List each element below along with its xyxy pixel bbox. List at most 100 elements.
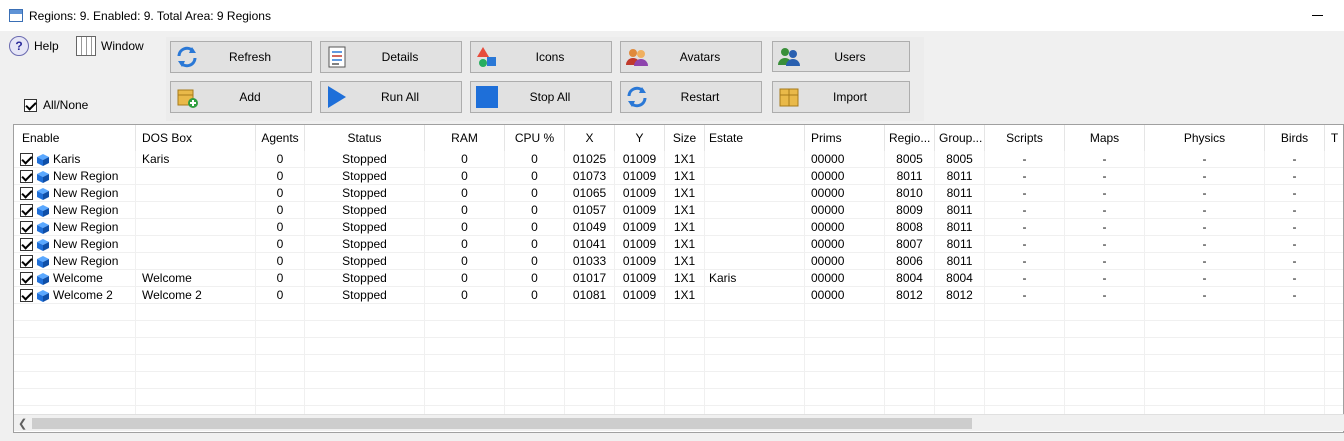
- column-header-ram[interactable]: RAM: [425, 125, 505, 151]
- column-header-t[interactable]: T: [1325, 125, 1343, 151]
- scroll-thumb[interactable]: [32, 418, 972, 429]
- table-row[interactable]: New Region 0 Stopped 0 0 01065 01009 1X1 00000 80…: [14, 185, 1343, 202]
- title-bar: Regions: 9. Enabled: 9. Total Area: 9 Re…: [0, 0, 1344, 31]
- cell-empty: [1065, 338, 1145, 355]
- cell-empty: [256, 321, 305, 338]
- table-row[interactable]: [14, 355, 1343, 372]
- column-header-enable[interactable]: Enable: [14, 125, 136, 151]
- cell-status: Stopped: [305, 219, 425, 236]
- column-header-cpu[interactable]: CPU %: [505, 125, 565, 151]
- cell-agents: 0: [256, 270, 305, 287]
- column-header-agents[interactable]: Agents: [256, 125, 305, 151]
- column-header-size[interactable]: Size: [665, 125, 705, 151]
- restart-button[interactable]: Restart: [620, 81, 762, 113]
- enable-cell: New Region: [14, 253, 136, 270]
- all-none-checkbox[interactable]: All/None: [24, 98, 88, 112]
- cell-empty: [1325, 304, 1343, 321]
- cell-group: 8005: [935, 151, 985, 168]
- cell-size: 1X1: [665, 151, 705, 168]
- enable-checkbox[interactable]: [20, 187, 33, 200]
- cell-empty: [1145, 338, 1265, 355]
- table-row[interactable]: [14, 304, 1343, 321]
- grid-header: Enable DOS Box Agents Status RAM CPU % X Y Size E…: [14, 125, 1343, 151]
- table-row[interactable]: [14, 338, 1343, 355]
- table-row[interactable]: New Region 0 Stopped 0 0 01041 01009 1X1 00000 80…: [14, 236, 1343, 253]
- cell-empty: [1325, 253, 1343, 270]
- all-none-check[interactable]: [24, 98, 37, 112]
- refresh-button[interactable]: Refresh: [170, 41, 312, 73]
- enable-checkbox[interactable]: [20, 255, 33, 268]
- enable-checkbox[interactable]: [20, 170, 33, 183]
- cell-empty: [665, 338, 705, 355]
- regions-grid[interactable]: Enable DOS Box Agents Status RAM CPU % X Y Size E…: [13, 124, 1344, 433]
- avatars-button[interactable]: Avatars: [620, 41, 762, 73]
- column-header-physics[interactable]: Physics: [1145, 125, 1265, 151]
- stop-all-button[interactable]: Stop All: [470, 81, 612, 113]
- enable-checkbox[interactable]: [20, 204, 33, 217]
- scroll-left-icon[interactable]: ❮: [18, 417, 27, 430]
- cell-group: 8011: [935, 202, 985, 219]
- table-row[interactable]: Karis Karis 0 Stopped 0 0 01025 01009 1X1 00000 80…: [14, 151, 1343, 168]
- column-header-birds[interactable]: Birds: [1265, 125, 1325, 151]
- cell-empty: [565, 321, 615, 338]
- cell-scripts: -: [985, 219, 1065, 236]
- cell-empty: [1065, 304, 1145, 321]
- cell-group: 8011: [935, 253, 985, 270]
- column-header-prims[interactable]: Prims: [805, 125, 885, 151]
- cell-status: Stopped: [305, 168, 425, 185]
- cell-empty: [14, 355, 136, 372]
- cell-empty: [935, 338, 985, 355]
- enable-checkbox[interactable]: [20, 221, 33, 234]
- cell-empty: [1325, 355, 1343, 372]
- region-name: New Region: [53, 254, 119, 268]
- import-button[interactable]: Import: [772, 81, 910, 113]
- cell-empty: [885, 372, 935, 389]
- column-header-maps[interactable]: Maps: [1065, 125, 1145, 151]
- column-header-y[interactable]: Y: [615, 125, 665, 151]
- cell-empty: [425, 355, 505, 372]
- table-row[interactable]: New Region 0 Stopped 0 0 01049 01009 1X1 00000 80…: [14, 219, 1343, 236]
- table-row[interactable]: [14, 389, 1343, 406]
- enable-checkbox[interactable]: [20, 289, 33, 302]
- cell-empty: [305, 372, 425, 389]
- table-row[interactable]: New Region 0 Stopped 0 0 01073 01009 1X1 00000 80…: [14, 168, 1343, 185]
- column-header-group[interactable]: Group...: [935, 125, 985, 151]
- cell-empty: [1265, 304, 1325, 321]
- menu-help[interactable]: ? Help: [9, 36, 59, 56]
- horizontal-scrollbar[interactable]: ❮: [14, 414, 1344, 431]
- run-all-button[interactable]: Run All: [320, 81, 462, 113]
- column-header-dos-box[interactable]: DOS Box: [136, 125, 256, 151]
- enable-checkbox[interactable]: [20, 272, 33, 285]
- column-header-estate[interactable]: Estate: [705, 125, 805, 151]
- enable-checkbox[interactable]: [20, 153, 33, 166]
- table-row[interactable]: [14, 372, 1343, 389]
- cell-empty: [1325, 151, 1343, 168]
- minimize-button[interactable]: [1312, 8, 1324, 22]
- table-row[interactable]: Welcome Welcome 0 Stopped 0 0 01017 01009 1X1 Kar…: [14, 270, 1343, 287]
- menu-window[interactable]: Window: [76, 36, 144, 56]
- add-button[interactable]: Add: [170, 81, 312, 113]
- table-row[interactable]: Welcome 2 Welcome 2 0 Stopped 0 0 01081 01009 1X…: [14, 287, 1343, 304]
- column-header-scripts[interactable]: Scripts: [985, 125, 1065, 151]
- cell-empty: [935, 321, 985, 338]
- table-row[interactable]: [14, 321, 1343, 338]
- cell-empty: [705, 338, 805, 355]
- enable-checkbox[interactable]: [20, 238, 33, 251]
- cell-ram: 0: [425, 253, 505, 270]
- icons-button[interactable]: Icons: [470, 41, 612, 73]
- users-button[interactable]: Users: [772, 41, 910, 72]
- cell-empty: [805, 304, 885, 321]
- table-row[interactable]: New Region 0 Stopped 0 0 01057 01009 1X1 00000 80…: [14, 202, 1343, 219]
- cell-empty: [665, 321, 705, 338]
- column-header-x[interactable]: X: [565, 125, 615, 151]
- cell-cpu: 0: [505, 219, 565, 236]
- column-header-status[interactable]: Status: [305, 125, 425, 151]
- cell-empty: [136, 389, 256, 406]
- cell-cpu: 0: [505, 270, 565, 287]
- table-row[interactable]: New Region 0 Stopped 0 0 01033 01009 1X1 00000 80…: [14, 253, 1343, 270]
- details-button[interactable]: Details: [320, 41, 462, 73]
- column-header-regio[interactable]: Regio...: [885, 125, 935, 151]
- cell-scripts: -: [985, 253, 1065, 270]
- cell-status: Stopped: [305, 236, 425, 253]
- cell-dos-box: [136, 168, 256, 185]
